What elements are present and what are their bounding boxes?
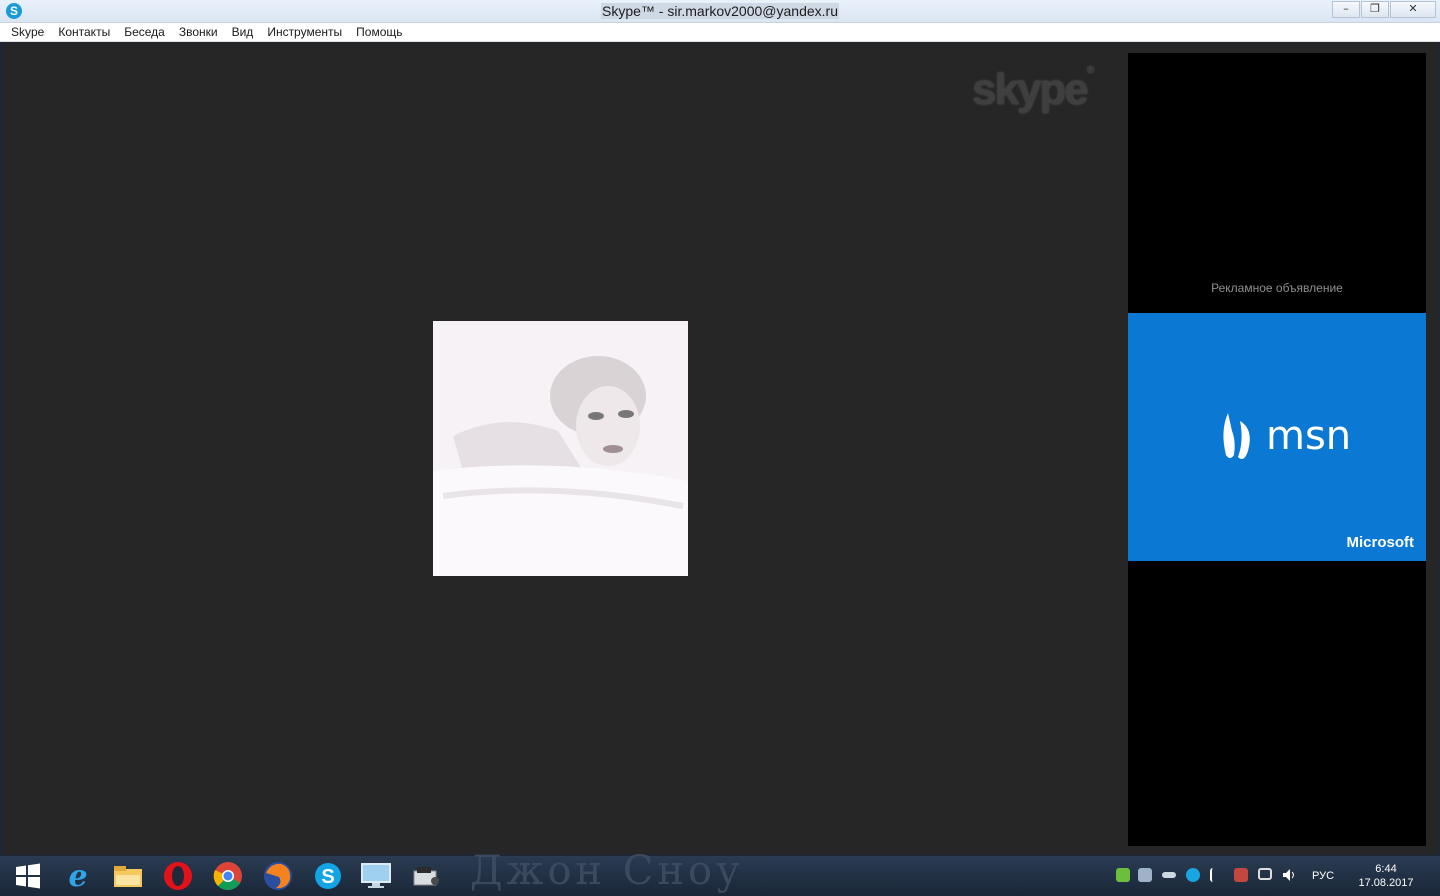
wallpaper-text: Джон Сноу [470, 848, 744, 894]
flag-icon[interactable] [1210, 868, 1226, 882]
ad-panel: Рекламное объявление msn Microsoft [1128, 53, 1426, 846]
windows-start-icon[interactable] [10, 860, 46, 892]
menu-help[interactable]: Помощь [349, 25, 409, 39]
usb-icon[interactable] [1162, 872, 1176, 878]
minimize-button[interactable]: – [1332, 1, 1360, 18]
file-explorer-icon[interactable] [110, 860, 146, 892]
tray-utility-icon[interactable] [1234, 868, 1248, 882]
skype-icon[interactable]: S [310, 860, 346, 892]
clock[interactable]: 6:44 17.08.2017 [1354, 862, 1418, 890]
microsoft-label: Microsoft [1346, 534, 1415, 551]
menu-conversation[interactable]: Беседа [117, 25, 172, 39]
title-bar: S Skype™ - sir.markov2000@yandex.ru – ❐ … [0, 0, 1440, 23]
msn-brand: msn [1266, 413, 1352, 459]
steam-icon[interactable] [1138, 868, 1152, 882]
menu-calls[interactable]: Звонки [172, 25, 225, 39]
media-icon[interactable] [408, 860, 444, 892]
close-button[interactable]: ✕ [1390, 1, 1436, 18]
menu-skype[interactable]: Skype [4, 25, 51, 39]
ad-caption: Рекламное объявление [1211, 281, 1343, 295]
avatar-photo [433, 321, 688, 576]
skype-tray-icon[interactable] [1186, 868, 1200, 882]
firefox-icon[interactable] [260, 860, 296, 892]
maximize-button[interactable]: ❐ [1361, 1, 1389, 18]
window-title: Skype™ - sir.markov2000@yandex.ru [601, 3, 839, 19]
taskbar: Джон Сноу e S РУС 6:44 17.08.2017 [0, 848, 1440, 896]
opera-icon[interactable] [160, 860, 196, 892]
menu-view[interactable]: Вид [225, 25, 261, 39]
menu-bar: Skype Контакты Беседа Звонки Вид Инструм… [0, 23, 1440, 42]
volume-icon[interactable] [1282, 868, 1296, 882]
chrome-icon[interactable] [210, 860, 246, 892]
skype-watermark-logo: skype® [972, 65, 1095, 114]
language-indicator[interactable]: РУС [1312, 870, 1334, 882]
svg-text:S: S [321, 866, 334, 888]
clock-time: 6:44 [1375, 863, 1397, 875]
tray-app-icon[interactable] [1116, 868, 1130, 882]
menu-tools[interactable]: Инструменты [260, 25, 349, 39]
call-area: skype® Рекламное объявление msn Microsof… [4, 43, 1438, 854]
msn-butterfly-icon [1223, 413, 1250, 459]
menu-contacts[interactable]: Контакты [51, 25, 117, 39]
msn-ad-banner[interactable]: msn Microsoft [1128, 313, 1426, 561]
contact-avatar[interactable] [433, 321, 688, 576]
internet-explorer-icon[interactable]: e [60, 859, 96, 894]
remote-desktop-icon[interactable] [358, 860, 394, 892]
window-controls: – ❐ ✕ [1332, 1, 1436, 18]
network-icon[interactable] [1258, 868, 1272, 880]
clock-date: 17.08.2017 [1358, 877, 1414, 889]
